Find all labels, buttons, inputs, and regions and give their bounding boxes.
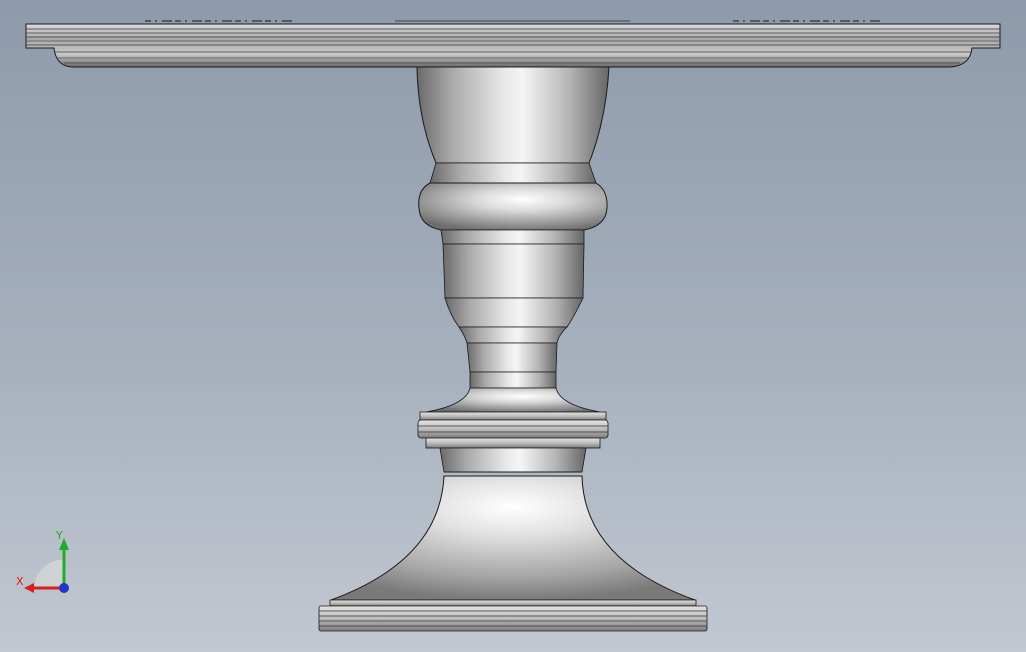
y-axis-label: Y [56, 529, 63, 542]
flared-foot[interactable] [330, 475, 696, 601]
top-plate[interactable] [25, 20, 1001, 68]
triad-graphic [24, 538, 69, 593]
z-axis-dot-icon [59, 583, 69, 593]
x-axis-label: X [16, 575, 24, 588]
base-disc[interactable] [318, 599, 708, 632]
triad-plane-indicator [34, 560, 64, 588]
upper-cup[interactable] [416, 66, 610, 164]
stem-neck[interactable] [425, 229, 601, 413]
stem-bulb[interactable] [418, 182, 608, 231]
x-arrow-head-icon [24, 583, 34, 593]
axis-triad: Y X [12, 530, 82, 600]
middle-disc[interactable] [417, 411, 609, 449]
upper-collar[interactable] [429, 162, 597, 184]
lower-collar[interactable] [439, 447, 587, 477]
graphics-viewport[interactable]: Y X [0, 0, 1026, 652]
cake-stand-model[interactable] [0, 0, 1026, 652]
